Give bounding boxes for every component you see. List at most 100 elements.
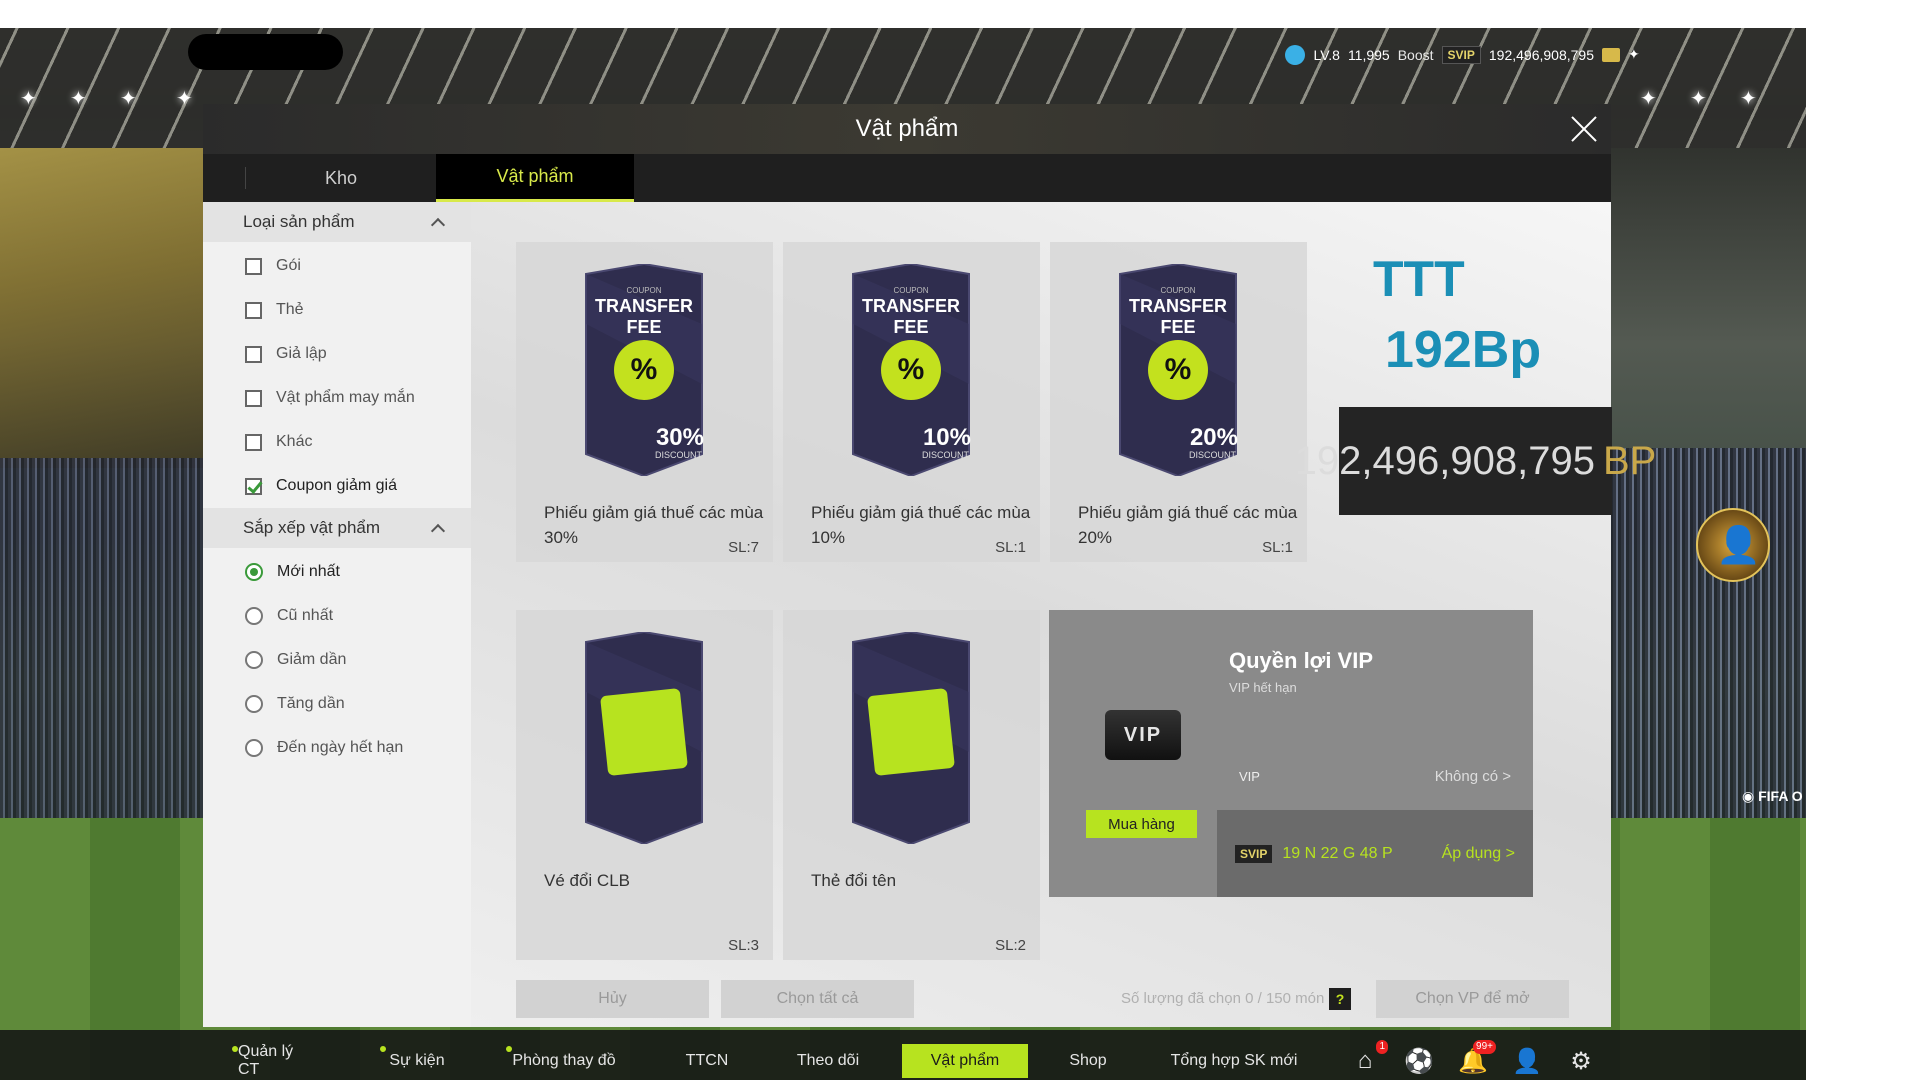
- bell-icon[interactable]: 🔔 99+: [1456, 1040, 1496, 1078]
- item-card[interactable]: Vé đổi CLB SL:3: [516, 610, 773, 960]
- window-title: Vật phẩm: [855, 115, 959, 142]
- vip-benefits-panel: Quyền lợi VIP VIP hết hạn VIP Mua hàng V…: [1049, 610, 1533, 897]
- item-card-art: [576, 630, 712, 846]
- nav-item[interactable]: TTCN: [680, 1044, 734, 1078]
- help-icon[interactable]: ?: [1329, 988, 1351, 1010]
- discount-label: DISCOUNT: [1189, 450, 1236, 460]
- nav-item-label: TTCN: [685, 1052, 729, 1069]
- club-shield-icon: [600, 688, 688, 776]
- chevron-up-icon[interactable]: [430, 217, 446, 233]
- svip-status-row: SVIP 19 N 22 G 48 P Áp dụng >: [1217, 810, 1533, 897]
- percent-icon: %: [614, 340, 674, 400]
- sort-title: Sắp xếp vật phẩm: [243, 518, 381, 537]
- type-filter-label: Coupon giảm giá: [276, 477, 397, 494]
- nav-item[interactable]: Vật phẩm: [902, 1044, 1028, 1078]
- nav-item[interactable]: Theo dõi: [794, 1044, 862, 1078]
- vip-status-link[interactable]: Không có >: [1435, 768, 1511, 785]
- vip-title: Quyền lợi VIP: [1229, 648, 1374, 673]
- nav-item-label: Vật phẩm: [930, 1052, 1000, 1069]
- item-card[interactable]: COUPON TRANSFER FEE% 20% DISCOUNT Phiếu giảm…: [1050, 242, 1307, 562]
- ball-icon[interactable]: ⚽: [1402, 1044, 1436, 1078]
- type-filter-item[interactable]: Giả lập: [203, 332, 471, 376]
- sparkle-icon: ✦: [1628, 46, 1640, 62]
- top-status-bar: LV.8 11,995 Boost SVIP 192,496,908,795 ✦: [1285, 42, 1646, 68]
- window-header: Vật phẩm: [203, 104, 1611, 154]
- nav-item-label: Sự kiện: [389, 1052, 445, 1069]
- svip-badge: SVIP: [1441, 46, 1481, 64]
- nav-item[interactable]: Quản lý CT: [232, 1043, 318, 1078]
- checkbox[interactable]: [245, 477, 262, 495]
- stadium-light: ✦: [120, 88, 137, 110]
- stadium-light: ✦: [1690, 88, 1707, 110]
- checkbox[interactable]: [245, 257, 262, 275]
- fifa-online-logo: ◉ FIFA O: [1742, 788, 1803, 804]
- checkbox[interactable]: [245, 301, 262, 319]
- radio-button[interactable]: [245, 651, 263, 669]
- boost-label[interactable]: Boost: [1398, 47, 1434, 63]
- open-selected-button[interactable]: Chọn VP để mở: [1376, 980, 1569, 1018]
- close-icon[interactable]: [1567, 112, 1601, 146]
- radio-button[interactable]: [245, 739, 263, 757]
- bp-coin-icon: [1602, 48, 1620, 62]
- type-filter-item[interactable]: Coupon giảm giá: [203, 464, 471, 508]
- bp-total-unit: BP: [1602, 438, 1657, 483]
- tab-bar: Kho Vật phẩm: [203, 154, 1611, 202]
- sort-option-label: Mới nhất: [277, 563, 340, 580]
- tab-items[interactable]: Vật phẩm: [436, 154, 634, 202]
- profile-icon[interactable]: 👤: [1510, 1044, 1544, 1078]
- sort-option[interactable]: Giảm dần: [203, 638, 471, 682]
- friends-icon[interactable]: [1696, 508, 1770, 582]
- game-background: ✦ ✦ ✦ ✦ ✦ ✦ ✦ LV.8 11,995 Boost SVIP 192…: [0, 28, 1806, 1080]
- type-filter-item[interactable]: Gói: [203, 244, 471, 288]
- home-icon[interactable]: ⌂ 1: [1348, 1040, 1388, 1078]
- checkbox[interactable]: [245, 433, 262, 451]
- sort-option-label: Tăng dần: [277, 695, 345, 712]
- sort-option[interactable]: Tăng dần: [203, 682, 471, 726]
- type-filter-item[interactable]: Vật phẩm may mắn: [203, 376, 471, 420]
- items-grid: COUPON TRANSFER FEE% 30% DISCOUNT Phiếu giảm…: [471, 202, 1656, 1027]
- sort-option[interactable]: Đến ngày hết hạn: [203, 726, 471, 770]
- select-all-button[interactable]: Chọn tất cả: [721, 980, 914, 1018]
- stadium-light: ✦: [20, 88, 37, 110]
- buy-button[interactable]: Mua hàng: [1086, 810, 1197, 838]
- vip-status-row[interactable]: VIP Không có >: [1217, 756, 1533, 796]
- item-card-art: COUPON TRANSFER FEE% 10% DISCOUNT: [843, 262, 979, 478]
- item-quantity: SL:1: [1262, 539, 1293, 556]
- tab-inventory[interactable]: Kho: [246, 154, 436, 202]
- type-filter-item[interactable]: Thẻ: [203, 288, 471, 332]
- item-card[interactable]: COUPON TRANSFER FEE% 10% DISCOUNT Phiếu giảm…: [783, 242, 1040, 562]
- checkbox[interactable]: [245, 345, 262, 363]
- stadium-light: ✦: [1640, 88, 1657, 110]
- bottom-nav: Quản lý CT Sự kiện Phòng thay đồ TTCN Theo d…: [0, 1030, 1806, 1080]
- item-card[interactable]: COUPON TRANSFER FEE% 30% DISCOUNT Phiếu giảm…: [516, 242, 773, 562]
- cancel-button[interactable]: Hủy: [516, 980, 709, 1018]
- checkbox[interactable]: [245, 389, 262, 407]
- level-icon: [1285, 45, 1306, 65]
- bp-balance: 192,496,908,795: [1488, 47, 1594, 63]
- radio-button[interactable]: [245, 607, 263, 625]
- chevron-up-icon[interactable]: [430, 523, 446, 539]
- radio-button[interactable]: [245, 563, 263, 581]
- sort-option[interactable]: Cũ nhất: [203, 594, 471, 638]
- sort-option[interactable]: Mới nhất: [203, 550, 471, 594]
- apply-link[interactable]: Áp dụng >: [1442, 845, 1515, 863]
- nav-item[interactable]: Shop: [1064, 1044, 1112, 1078]
- radio-button[interactable]: [245, 695, 263, 713]
- type-filter-item[interactable]: Khác: [203, 420, 471, 464]
- coupon-title: TRANSFER FEE: [1129, 296, 1227, 337]
- item-card[interactable]: Thẻ đổi tên SL:2: [783, 610, 1040, 960]
- stadium-light: ✦: [70, 88, 87, 110]
- item-name: Vé đổi CLB: [544, 871, 630, 890]
- nav-item[interactable]: Phòng thay đồ: [506, 1044, 616, 1078]
- selected-count: Số lượng đã chọn 0 / 150 món: [1121, 990, 1325, 1007]
- type-filter-label: Thẻ: [276, 301, 304, 318]
- vip-logo: VIP: [1105, 710, 1181, 760]
- discount-percent: 30%: [655, 424, 704, 451]
- discount-label: DISCOUNT: [655, 450, 702, 460]
- nav-item[interactable]: Sự kiện: [380, 1044, 448, 1078]
- sort-header[interactable]: Sắp xếp vật phẩm: [203, 508, 471, 548]
- type-filter-header[interactable]: Loại sản phẩm: [203, 202, 471, 242]
- sort-option-label: Đến ngày hết hạn: [277, 739, 404, 756]
- gear-icon[interactable]: ⚙: [1564, 1044, 1598, 1078]
- nav-item[interactable]: Tổng hợp SK mới: [1168, 1044, 1300, 1078]
